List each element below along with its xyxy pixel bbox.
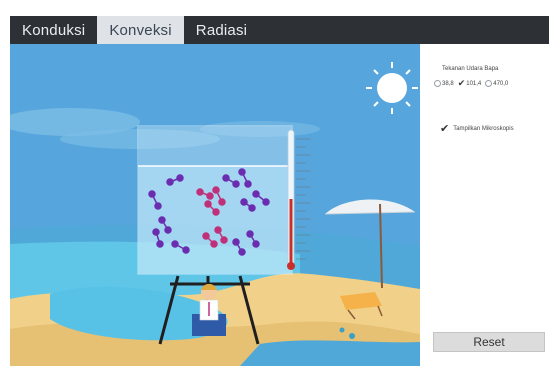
- tab-konduksi[interactable]: Konduksi: [10, 16, 97, 44]
- pressure-option-low[interactable]: 38,8: [434, 80, 454, 87]
- radio-icon: [485, 80, 493, 87]
- checkmark-icon: ✔: [457, 78, 466, 88]
- pressure-option-normal[interactable]: ✔ 101,4: [457, 78, 482, 88]
- tab-bar: Konduksi Konveksi Radiasi: [10, 16, 549, 44]
- pressure-option-high[interactable]: 470,0: [485, 80, 508, 87]
- radio-icon: [434, 80, 441, 87]
- checkmark-icon: ✔: [440, 123, 450, 135]
- pressure-option-label: 38,8: [442, 80, 454, 87]
- reset-button[interactable]: Reset: [433, 332, 545, 352]
- pressure-option-label: 101,4: [466, 80, 482, 87]
- simulation-scene: [10, 44, 420, 366]
- bottom-margin: [0, 366, 549, 374]
- pressure-label: Tekanan Udara Bapa: [442, 66, 499, 72]
- pressure-option-label: 470,0: [493, 80, 509, 87]
- microscope-label: Tampilkan Mikroskopis: [453, 125, 514, 132]
- beach-illustration: [10, 44, 420, 366]
- microscope-toggle[interactable]: ✔ Tampilkan Mikroskopis: [440, 122, 514, 135]
- pressure-options: 38,8 ✔ 101,4 470,0: [434, 78, 508, 88]
- tab-radiasi[interactable]: Radiasi: [184, 16, 259, 44]
- control-panel: Tekanan Udara Bapa 38,8 ✔ 101,4 470,0 ✔ …: [420, 44, 549, 366]
- tab-konveksi[interactable]: Konveksi: [97, 16, 184, 44]
